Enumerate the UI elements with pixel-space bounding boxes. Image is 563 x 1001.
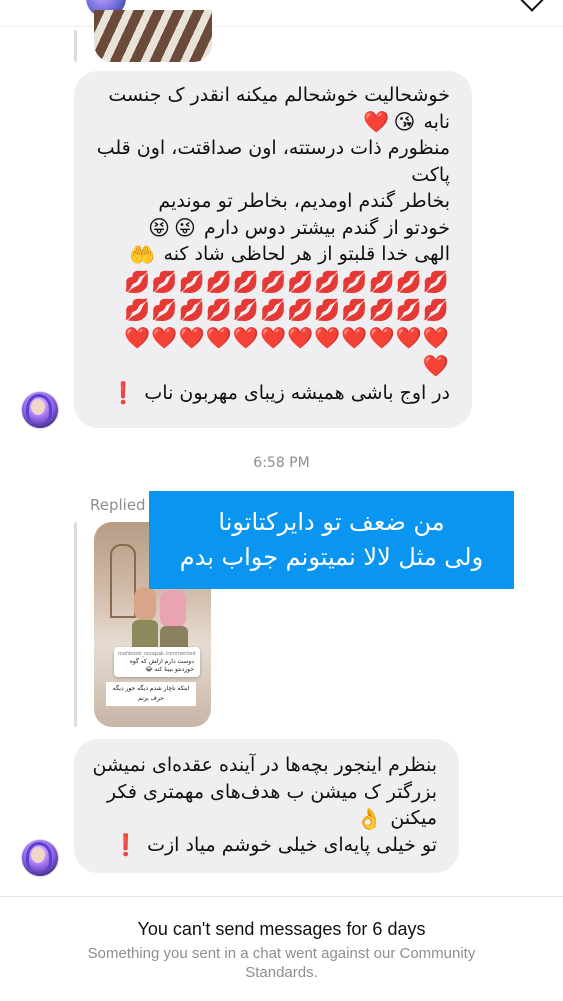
reel-comment-text: خوردنتو ببینا کنه 😂 xyxy=(145,666,194,673)
exclamation-emoji: ❗️ xyxy=(110,381,137,405)
overlay-text-line: ولی مثل لالا نمیتونم جواب بدم xyxy=(179,543,484,571)
message-line: بزرگتر ک میشن ب هدف‌های مهمتری فکر xyxy=(106,780,437,803)
message-bubble[interactable]: خوشحالیت خوشحالم میکنه انقدر ک جنست نابه… xyxy=(74,71,472,428)
reel-caption: اینکه ناچار شدم دیگه جور دیگه حرف بزنم xyxy=(106,682,196,706)
message-line: الهی خدا قلبتو از هر لحاظی شاد کنه 🤲 xyxy=(129,242,450,267)
squinting-tongue-emoji: 😝 xyxy=(148,216,171,240)
chevron-down-icon[interactable] xyxy=(519,0,545,12)
chat-header xyxy=(0,0,563,27)
overlay-text-line: من ضعف تو دایرکتاتونا xyxy=(218,508,445,536)
message-timestamp: 6:58 PM xyxy=(253,455,310,471)
restriction-subtitle: Something you sent in a chat went agains… xyxy=(87,945,476,981)
reel-comment-card: mahboob_rezapak commented دوست دارم ازلش… xyxy=(114,647,200,677)
palms-up-emoji: 🤲 xyxy=(129,242,156,267)
message-line: خودتو از گندم بیشتر دوس دارم 😜😝 xyxy=(148,216,450,240)
ok-hand-emoji: 👌 xyxy=(356,806,383,831)
message-line: نابه 😘❤️ xyxy=(363,110,450,134)
replied-label: Replied xyxy=(90,496,146,514)
reply-quote-line xyxy=(74,522,77,727)
reel-comment-text: دوست دارم ازلش که گوه xyxy=(129,658,194,665)
heart-emoji: ❤️ xyxy=(422,353,450,378)
restriction-title: You can't send messages for 6 days xyxy=(137,919,426,939)
reel-person xyxy=(160,590,186,628)
message-bubble[interactable]: بنظرم اینجور بچه‌ها در آینده عقده‌ای نمی… xyxy=(74,739,459,873)
message-line: بنظرم اینجور بچه‌ها در آینده عقده‌ای نمی… xyxy=(92,754,437,776)
message-line: منظورم ذات درستته، اون صداقتت، اون قلب xyxy=(96,137,450,159)
reel-caption-line: اینکه ناچار شدم دیگه جور دیگه xyxy=(112,685,190,692)
reel-caption-line: حرف بزنم xyxy=(138,695,164,702)
winking-tongue-emoji: 😜 xyxy=(174,216,196,240)
reply-quote-line xyxy=(74,30,77,62)
red-heart-emoji: ❤️ xyxy=(363,110,390,134)
exclamation-emoji: ❗️ xyxy=(112,833,140,857)
sender-avatar[interactable] xyxy=(21,391,59,429)
kissing-face-emoji: 😘 xyxy=(393,110,416,134)
sender-avatar[interactable] xyxy=(21,839,59,877)
lips-emoji-row: 💋💋💋💋💋💋💋💋💋💋💋💋 xyxy=(124,269,450,294)
avatar-face xyxy=(31,399,45,415)
message-line: پاکت xyxy=(411,163,450,186)
message-line: تو خیلی پایه‌ای خیلی خوشم میاد ازت ❗️ xyxy=(112,833,437,857)
lips-emoji-row: 💋💋💋💋💋💋💋💋💋💋💋💋 xyxy=(124,297,450,322)
avatar-face xyxy=(31,847,45,863)
text-overlay-banner: من ضعف تو دایرکتاتونا ولی مثل لالا نمیتو… xyxy=(149,491,514,589)
message-line: در اوج باشی همیشه زیبای مهربون ناب ❗️ xyxy=(110,381,450,405)
shared-photo[interactable] xyxy=(94,10,212,62)
message-line: میکنن 👌 xyxy=(356,806,437,831)
reel-comment-user: mahboob_rezapak commented xyxy=(118,651,196,657)
message-line: خوشحالیت خوشحالم میکنه انقدر ک جنست xyxy=(108,84,450,106)
reel-person xyxy=(134,587,156,621)
messaging-restriction-notice: You can't send messages for 6 days Somet… xyxy=(0,896,563,1001)
message-line: بخاطر گندم اومدیم، بخاطر تو موندیم xyxy=(158,190,450,212)
reel-arch xyxy=(110,544,136,618)
hearts-emoji-row: ❤️❤️❤️❤️❤️❤️❤️❤️❤️❤️❤️❤️ xyxy=(124,325,450,350)
